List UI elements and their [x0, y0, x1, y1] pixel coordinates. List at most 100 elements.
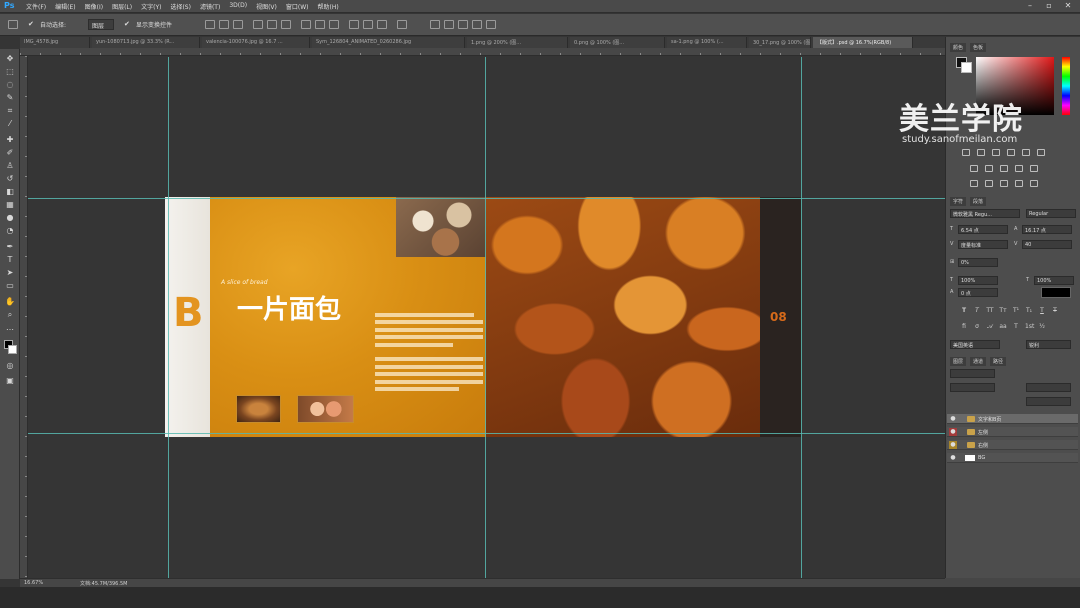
- left-ruler[interactable]: [20, 56, 28, 578]
- photo-filter-icon[interactable]: [1000, 165, 1008, 172]
- faux-italic-button[interactable]: T: [973, 307, 981, 315]
- tab-paragraph[interactable]: 段落: [970, 197, 987, 206]
- menu-item[interactable]: 视图(V): [256, 2, 277, 11]
- transform-checkbox-icon[interactable]: ✔: [124, 20, 134, 29]
- visibility-eye-icon[interactable]: ●: [949, 428, 957, 436]
- close-button[interactable]: ✕: [1062, 1, 1074, 11]
- document-tab[interactable]: 【版式】.psd @ 16.7%(RGB/8): [813, 37, 913, 48]
- guide-horizontal[interactable]: [28, 198, 945, 199]
- kerning-field[interactable]: 度量标准: [958, 240, 1008, 249]
- color-balance-icon[interactable]: [970, 165, 978, 172]
- subscript-button[interactable]: T₁: [1025, 307, 1033, 315]
- superscript-button[interactable]: T¹: [1012, 307, 1020, 315]
- layer-filter-select[interactable]: [950, 369, 995, 378]
- document-tab[interactable]: yun-1080713.jpg @ 33.3% (R...: [92, 37, 200, 48]
- menu-item[interactable]: 图层(L): [112, 2, 132, 11]
- menu-item[interactable]: 图像(I): [85, 2, 103, 11]
- distribute-vcenter-icon[interactable]: [315, 20, 325, 29]
- horizontal-scale-b-field[interactable]: 100%: [1034, 276, 1074, 285]
- 3d-mode-icon[interactable]: [430, 20, 440, 29]
- hand-tool-icon[interactable]: ✋: [4, 296, 16, 307]
- screen-mode-icon[interactable]: ▣: [4, 375, 16, 386]
- titling-button[interactable]: T: [1012, 323, 1020, 331]
- lasso-tool-icon[interactable]: ◌: [4, 79, 16, 90]
- eraser-tool-icon[interactable]: ◧: [4, 186, 16, 197]
- quick-mask-icon[interactable]: ◎: [4, 360, 16, 371]
- checkbox-icon[interactable]: ✔: [28, 20, 38, 29]
- menu-item[interactable]: 帮助(H): [318, 2, 339, 11]
- auto-align-icon[interactable]: [397, 20, 407, 29]
- fill-field[interactable]: [1026, 397, 1071, 406]
- 3d-roll-icon[interactable]: [458, 20, 468, 29]
- font-style-select[interactable]: Regular: [1026, 209, 1076, 218]
- fraction-button[interactable]: ½: [1038, 323, 1046, 331]
- artboard[interactable]: B A slice of bread 一片面包 08: [165, 197, 801, 437]
- language-select[interactable]: 美国英语: [950, 340, 1000, 349]
- faux-bold-button[interactable]: T: [960, 307, 968, 315]
- move-tool-icon[interactable]: [8, 20, 18, 29]
- color-lookup-icon[interactable]: [1030, 165, 1038, 172]
- top-ruler[interactable]: [20, 48, 945, 56]
- more-tools-icon[interactable]: …: [4, 322, 16, 333]
- restore-button[interactable]: ▫: [1043, 1, 1055, 11]
- pen-tool-icon[interactable]: ✒: [4, 241, 16, 252]
- invert-icon[interactable]: [970, 180, 978, 187]
- distribute-top-icon[interactable]: [301, 20, 311, 29]
- menu-item[interactable]: 文件(F): [26, 2, 46, 11]
- marquee-tool-icon[interactable]: ⬚: [4, 66, 16, 77]
- brush-tool-icon[interactable]: ✐: [4, 147, 16, 158]
- zoom-tool-icon[interactable]: ⌕: [4, 309, 16, 320]
- hue-slider[interactable]: [1062, 57, 1070, 115]
- clone-stamp-icon[interactable]: ♙: [4, 160, 16, 171]
- eyedropper-tool-icon[interactable]: ⁄: [4, 118, 16, 129]
- posterize-icon[interactable]: [985, 180, 993, 187]
- visibility-eye-icon[interactable]: ●: [949, 454, 957, 462]
- underline-button[interactable]: T: [1038, 307, 1046, 315]
- black-white-icon[interactable]: [985, 165, 993, 172]
- document-tab[interactable]: 0.png @ 100% (图...: [570, 37, 665, 48]
- align-vcenter-icon[interactable]: [219, 20, 229, 29]
- vibrance-icon[interactable]: [1022, 149, 1030, 156]
- minimize-button[interactable]: –: [1024, 1, 1036, 11]
- move-tool-icon[interactable]: ✥: [4, 53, 16, 64]
- tab-paths[interactable]: 路径: [990, 357, 1007, 366]
- photoshop-logo[interactable]: Ps: [4, 1, 18, 12]
- ligature-button[interactable]: ﬁ: [960, 323, 968, 331]
- menu-item[interactable]: 选择(S): [170, 2, 191, 11]
- opacity-field[interactable]: [1026, 383, 1071, 392]
- ordinal-button[interactable]: 1st: [1025, 323, 1034, 331]
- old-style-button[interactable]: σ: [973, 323, 981, 331]
- visibility-eye-icon[interactable]: ●: [949, 415, 957, 423]
- guide-horizontal[interactable]: [28, 433, 945, 434]
- levels-icon[interactable]: [977, 149, 985, 156]
- tab-layers[interactable]: 图层: [950, 357, 967, 366]
- align-left-icon[interactable]: [253, 20, 263, 29]
- tab-character[interactable]: 字符: [950, 197, 967, 206]
- background-color-swatch[interactable]: [8, 345, 17, 354]
- document-size[interactable]: 文档:45.7M/396.5M: [80, 580, 127, 587]
- document-tab[interactable]: 1.png @ 200% (图...: [467, 37, 568, 48]
- menu-item[interactable]: 滤镜(T): [200, 2, 220, 11]
- tab-color[interactable]: 颜色: [950, 43, 967, 52]
- antialias-select[interactable]: 锐利: [1026, 340, 1071, 349]
- crop-tool-icon[interactable]: ⌗: [4, 105, 16, 116]
- stylistic-button[interactable]: aa: [999, 323, 1007, 331]
- blend-mode-select[interactable]: [950, 383, 995, 392]
- strikethrough-button[interactable]: T: [1051, 307, 1059, 315]
- all-caps-button[interactable]: TT: [986, 307, 994, 315]
- text-color-swatch[interactable]: [1041, 287, 1071, 298]
- 3d-rotate-icon[interactable]: [444, 20, 454, 29]
- tracking-field[interactable]: 40: [1022, 240, 1072, 249]
- menu-item[interactable]: 编辑(E): [55, 2, 75, 11]
- vertical-scale-field[interactable]: 0%: [958, 258, 998, 267]
- 3d-pan-icon[interactable]: [472, 20, 482, 29]
- auto-select-dropdown[interactable]: 图层: [88, 19, 114, 30]
- quick-select-tool-icon[interactable]: ✎: [4, 92, 16, 103]
- path-select-icon[interactable]: ➤: [4, 267, 16, 278]
- document-tab[interactable]: valencia-100076.jpg @ 16.7 ...: [202, 37, 310, 48]
- guide-vertical[interactable]: [485, 57, 486, 578]
- align-bottom-icon[interactable]: [233, 20, 243, 29]
- tab-channels[interactable]: 通道: [970, 357, 987, 366]
- gradient-tool-icon[interactable]: ▦: [4, 199, 16, 210]
- document-tab[interactable]: Sym_126804_ANIMATED_0260286.jpg: [312, 37, 465, 48]
